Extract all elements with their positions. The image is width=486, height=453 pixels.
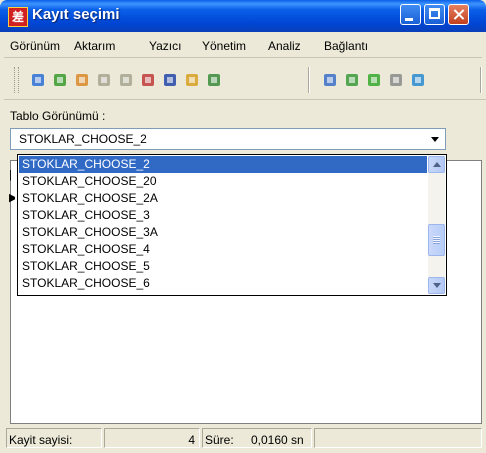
find-icon[interactable]	[388, 72, 404, 88]
dropdown-option[interactable]: STOKLAR_CHOOSE_6	[19, 275, 427, 292]
maximize-button[interactable]	[424, 4, 445, 25]
status-panel-empty	[314, 428, 482, 448]
status-bar: Kayit sayisi: 4 Süre: 0,0160 sn	[6, 428, 482, 448]
view-dropdown-list: STOKLAR_CHOOSE_2 STOKLAR_CHOOSE_20 STOKLAR…	[17, 154, 447, 296]
scroll-down-icon[interactable]	[428, 277, 445, 294]
dropdown-option[interactable]: STOKLAR_CHOOSE_2	[19, 156, 427, 173]
menu-gorunum[interactable]: Görünüm	[10, 39, 60, 53]
toolbar-separator	[480, 67, 482, 93]
toolbar	[4, 63, 486, 100]
toolbar-separator	[308, 67, 310, 93]
grid-header-fragment: |	[9, 169, 12, 181]
status-panel-count: 4	[104, 428, 200, 448]
table-edit-icon[interactable]	[140, 72, 156, 88]
dropdown-scrollbar[interactable]	[428, 156, 445, 294]
menu-yazici[interactable]: Yazıcı	[149, 39, 181, 53]
toolbar-grip[interactable]	[14, 67, 19, 93]
app-window: 差 Kayıt seçimi Görünüm Aktarım Yazıcı Yö…	[0, 0, 486, 453]
scroll-thumb[interactable]	[428, 224, 445, 256]
menu-analiz[interactable]: Analiz	[268, 39, 301, 53]
record-count-value: 4	[188, 433, 195, 447]
recycle-icon[interactable]	[184, 72, 200, 88]
window-title: Kayıt seçimi	[32, 6, 120, 23]
view-label: Tablo Görünümü :	[10, 109, 106, 123]
filter-icon[interactable]	[118, 72, 134, 88]
status-panel-duration: Süre: 0,0160 sn	[202, 428, 312, 448]
title-bar[interactable]: 差 Kayıt seçimi	[0, 0, 486, 32]
chevron-down-icon[interactable]	[426, 130, 444, 148]
network-icon[interactable]	[206, 72, 222, 88]
globe-refresh-icon[interactable]	[344, 72, 360, 88]
menu-yonetim[interactable]: Yönetim	[202, 39, 246, 53]
add-record-icon[interactable]	[52, 72, 68, 88]
arrow-right-icon[interactable]	[366, 72, 382, 88]
document-icon[interactable]	[322, 72, 338, 88]
row-indicator-icon: ▶	[9, 192, 15, 204]
tree-icon[interactable]	[96, 72, 112, 88]
dropdown-option[interactable]: STOKLAR_CHOOSE_3A	[19, 224, 427, 241]
close-button[interactable]	[448, 4, 469, 25]
dropdown-option[interactable]: STOKLAR_CHOOSE_4	[19, 241, 427, 258]
status-panel-count-label: Kayit sayisi:	[6, 428, 102, 448]
dropdown-option[interactable]: STOKLAR_CHOOSE_5	[19, 258, 427, 275]
record-count-label: Kayit sayisi:	[9, 433, 73, 447]
menu-aktarim[interactable]: Aktarım	[74, 39, 115, 53]
dropdown-option[interactable]: STOKLAR_CHOOSE_2A	[19, 190, 427, 207]
menu-baglanti[interactable]: Bağlantı	[324, 39, 368, 53]
minimize-button[interactable]	[400, 4, 421, 25]
dropdown-option[interactable]: STOKLAR_CHOOSE_20	[19, 173, 427, 190]
refresh-icon[interactable]	[30, 72, 46, 88]
scroll-up-icon[interactable]	[428, 156, 445, 173]
menu-bar: Görünüm Aktarım Yazıcı Yönetim Analiz Ba…	[4, 33, 482, 58]
dropdown-option[interactable]: STOKLAR_CHOOSE_3	[19, 207, 427, 224]
grid-icon[interactable]	[74, 72, 90, 88]
view-combobox-value: STOKLAR_CHOOSE_2	[19, 132, 147, 146]
save-icon[interactable]	[162, 72, 178, 88]
view-combobox[interactable]: STOKLAR_CHOOSE_2	[10, 128, 446, 150]
duration-label: Süre:	[205, 433, 234, 447]
app-icon: 差	[8, 7, 28, 27]
duration-value: 0,0160 sn	[251, 433, 304, 447]
preview-icon[interactable]	[410, 72, 426, 88]
